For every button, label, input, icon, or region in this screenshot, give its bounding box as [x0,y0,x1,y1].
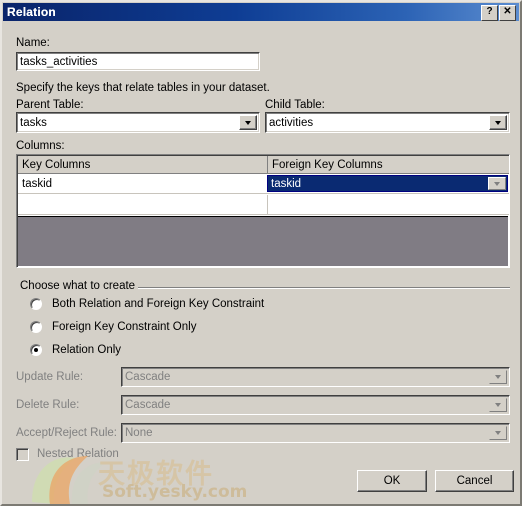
cancel-button[interactable]: Cancel [435,470,514,492]
child-table-dropdown-button[interactable] [489,115,507,130]
radio-relation-only[interactable]: Relation Only [30,342,121,358]
update-rule-combo[interactable]: Cascade [121,367,510,387]
grid-empty-area [18,216,508,266]
grid-cell-key-column[interactable] [18,195,267,214]
chevron-down-icon [495,403,501,407]
accept-reject-rule-value: None [125,427,153,439]
help-icon[interactable]: ? [481,5,498,21]
chevron-down-icon [495,120,501,125]
parent-table-combo[interactable]: tasks [16,112,260,133]
radio-icon [30,298,42,310]
update-rule-label: Update Rule: [16,371,84,383]
group-separator [138,287,510,289]
window-title: Relation [7,5,56,19]
name-input[interactable]: tasks_activities [16,52,260,71]
table-row[interactable] [18,195,509,215]
update-rule-dropdown-button[interactable] [489,370,507,384]
radio-both-relation-and-fk[interactable]: Both Relation and Foreign Key Constraint [30,296,264,312]
accept-reject-rule-label: Accept/Reject Rule: [16,427,117,439]
radio-fk-constraint-only[interactable]: Foreign Key Constraint Only [30,319,196,335]
choose-group-label: Choose what to create [20,280,136,292]
child-table-label: Child Table: [265,99,325,111]
radio-icon-selected [30,344,42,356]
chevron-down-icon [495,431,501,435]
grid-cell-foreign-key-value: taskid [271,177,302,190]
delete-rule-combo[interactable]: Cascade [121,395,510,415]
table-row[interactable]: taskid taskid [18,174,509,194]
close-icon[interactable]: ✕ [499,5,516,21]
name-label: Name: [16,37,50,49]
grid-header-foreign-key-columns: Foreign Key Columns [267,156,509,173]
grid-header-row: Key Columns Foreign Key Columns [18,156,509,174]
parent-table-label: Parent Table: [16,99,84,111]
grid-cell-dropdown-button[interactable] [488,177,506,190]
chevron-down-icon [494,181,500,186]
child-table-value: activities [269,116,314,129]
parent-table-dropdown-button[interactable] [239,115,257,130]
accept-reject-rule-combo[interactable]: None [121,423,510,443]
child-table-combo[interactable]: activities [265,112,510,133]
radio-label: Relation Only [52,344,122,356]
grid-header-key-columns: Key Columns [22,158,91,171]
delete-rule-dropdown-button[interactable] [489,398,507,412]
radio-label: Foreign Key Constraint Only [52,321,197,333]
ok-button[interactable]: OK [357,470,427,492]
chevron-down-icon [495,375,501,379]
checkbox-icon[interactable] [16,447,29,461]
update-rule-value: Cascade [125,371,171,383]
grid-cell-foreign-key-column-selected[interactable]: taskid [267,175,508,192]
instruction-text: Specify the keys that relate tables in y… [16,82,270,94]
chevron-down-icon [245,120,251,125]
radio-label: Both Relation and Foreign Key Constraint [52,298,265,310]
accept-reject-rule-dropdown-button[interactable] [489,426,507,440]
relation-dialog: Relation ? ✕ Name: tasks_activities Spec… [0,0,522,506]
columns-grid[interactable]: Key Columns Foreign Key Columns taskid t… [16,154,510,268]
title-bar: Relation ? ✕ [3,3,519,21]
nested-relation-checkbox-row[interactable]: Nested Relation [16,446,119,462]
delete-rule-value: Cascade [125,399,171,411]
columns-label: Columns: [16,140,65,152]
grid-cell-key-column[interactable]: taskid [18,174,267,193]
grid-cell-foreign-key-column[interactable] [267,195,509,214]
watermark-english-text: Soft.yesky.com [102,482,248,502]
parent-table-value: tasks [20,116,47,129]
nested-relation-label: Nested Relation [37,448,119,460]
delete-rule-label: Delete Rule: [16,399,80,411]
radio-icon [30,321,42,333]
